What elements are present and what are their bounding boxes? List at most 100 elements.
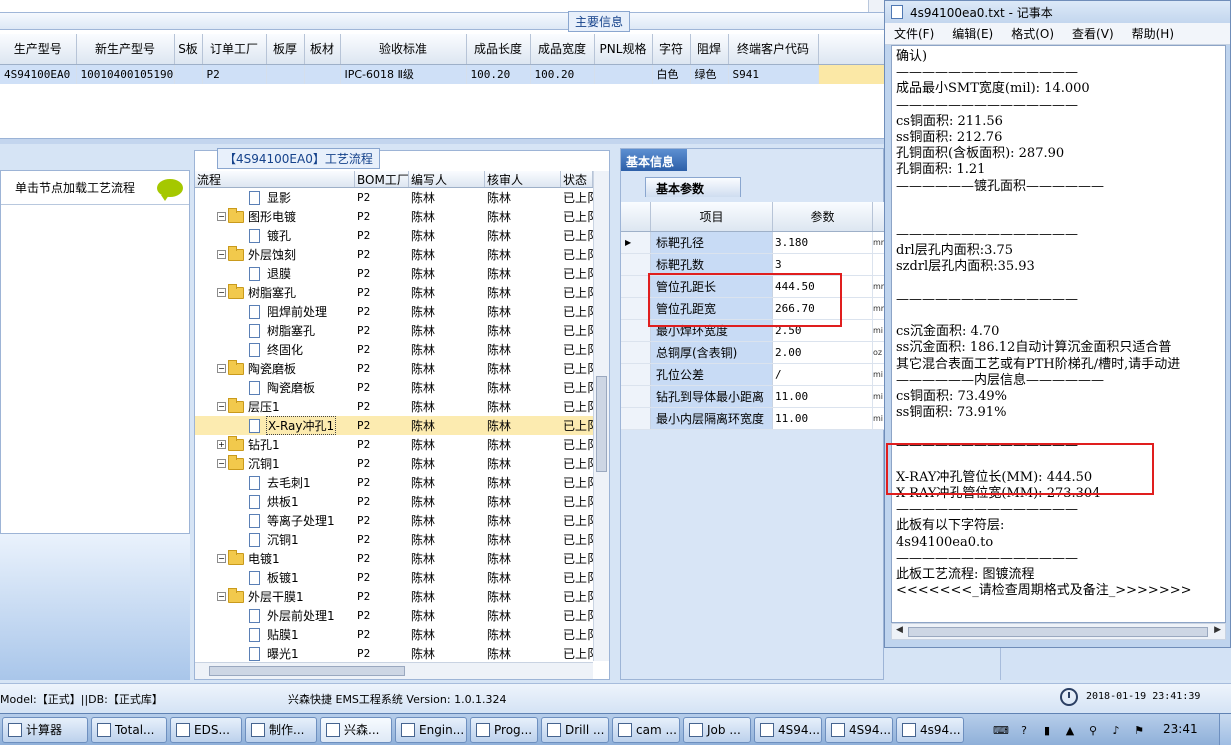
basic-param-value[interactable]: / bbox=[773, 364, 873, 385]
basic-param-row[interactable]: 管位孔距宽 266.70 mm bbox=[621, 298, 885, 320]
basic-param-value[interactable]: 3 bbox=[773, 254, 873, 275]
main-col-header[interactable]: 成品宽度 bbox=[530, 34, 595, 65]
main-cell[interactable]: 绿色 bbox=[690, 64, 729, 84]
main-col-header[interactable]: 订单工厂 bbox=[202, 34, 267, 65]
flow-row[interactable]: 显影 P2 陈林 陈林 已上阝 bbox=[195, 188, 593, 207]
collapse-icon[interactable]: − bbox=[217, 554, 226, 563]
network-icon[interactable]: ▮ bbox=[1039, 722, 1055, 738]
collapse-icon[interactable]: − bbox=[217, 402, 226, 411]
main-info-data-row[interactable]: 4S94100EA0 10010400105190 P2 IPC-6018 Ⅱ级 100… bbox=[0, 64, 885, 84]
notepad-menu-item[interactable]: 查看(V) bbox=[1063, 25, 1123, 42]
taskbar-4s94-a-button[interactable]: 4S94... bbox=[754, 716, 822, 743]
flow-row[interactable]: X-Ray冲孔1 P2 陈林 陈林 已上阝 bbox=[195, 416, 593, 435]
main-col-header[interactable]: S板 bbox=[174, 34, 203, 65]
flag-icon[interactable]: ⚑ bbox=[1131, 722, 1147, 738]
left-pane-header[interactable]: 单击节点加载工艺流程 bbox=[1, 171, 189, 205]
flow-row[interactable]: 板镀1 P2 陈林 陈林 已上阝 bbox=[195, 568, 593, 587]
tab-basic-params[interactable]: 基本参数 bbox=[645, 177, 741, 197]
main-col-header[interactable]: 阻焊 bbox=[690, 34, 729, 65]
main-col-header[interactable]: PNL规格 bbox=[594, 34, 653, 65]
main-cell[interactable]: S941 bbox=[728, 64, 819, 84]
flow-hscroll-thumb[interactable] bbox=[209, 666, 405, 676]
notepad-menu-item[interactable]: 格式(O) bbox=[1002, 25, 1063, 42]
basic-param-value[interactable]: 3.180 bbox=[773, 232, 873, 253]
taskbar-job-button[interactable]: Job ... bbox=[683, 716, 751, 743]
flow-row[interactable]: − 外层蚀刻 P2 陈林 陈林 已上阝 bbox=[195, 245, 593, 264]
main-col-header[interactable]: 生产型号 bbox=[0, 34, 77, 65]
flow-col-header[interactable]: 编写人 bbox=[409, 171, 485, 187]
collapse-icon[interactable]: − bbox=[217, 592, 226, 601]
flow-row[interactable]: 沉铜1 P2 陈林 陈林 已上阝 bbox=[195, 530, 593, 549]
main-col-header[interactable]: 验收标准 bbox=[340, 34, 467, 65]
flow-col-header[interactable]: 流程 bbox=[195, 171, 355, 187]
main-cell[interactable]: 100.20 bbox=[466, 64, 531, 84]
taskbar-total-button[interactable]: Total... bbox=[91, 716, 167, 743]
main-info-scroll-up[interactable] bbox=[868, 0, 884, 12]
flow-row[interactable]: − 沉铜1 P2 陈林 陈林 已上阝 bbox=[195, 454, 593, 473]
main-cell[interactable] bbox=[594, 64, 653, 84]
taskbar-4s94-c-button[interactable]: 4s94... bbox=[896, 716, 964, 743]
collapse-icon[interactable]: − bbox=[217, 250, 226, 259]
main-cell[interactable]: 10010400105190 bbox=[76, 64, 175, 84]
notepad-menu-item[interactable]: 编辑(E) bbox=[943, 25, 1002, 42]
main-col-header[interactable]: 板厚 bbox=[266, 34, 305, 65]
collapse-icon[interactable]: − bbox=[217, 212, 226, 221]
main-cell[interactable]: IPC-6018 Ⅱ级 bbox=[340, 64, 467, 84]
main-cell[interactable] bbox=[266, 64, 305, 84]
main-col-header[interactable]: 新生产型号 bbox=[76, 34, 175, 65]
flow-col-header[interactable]: 状态 bbox=[561, 171, 593, 187]
flow-row[interactable]: − 层压1 P2 陈林 陈林 已上阝 bbox=[195, 397, 593, 416]
expand-icon[interactable]: + bbox=[217, 440, 226, 449]
notepad-menu-item[interactable]: 文件(F) bbox=[885, 25, 943, 42]
flow-row[interactable]: − 电镀1 P2 陈林 陈林 已上阝 bbox=[195, 549, 593, 568]
flow-row[interactable]: 烘板1 P2 陈林 陈林 已上阝 bbox=[195, 492, 593, 511]
show-desktop-button[interactable] bbox=[1219, 714, 1231, 745]
flow-row[interactable]: 贴膜1 P2 陈林 陈林 已上阝 bbox=[195, 625, 593, 644]
taskbar-drill-button[interactable]: Drill ... bbox=[541, 716, 609, 743]
main-cell[interactable] bbox=[174, 64, 203, 84]
taskbar-cam-button[interactable]: cam ... bbox=[612, 716, 680, 743]
tab-basic-info[interactable]: 基本信息 bbox=[621, 149, 687, 171]
flow-col-header[interactable]: 核审人 bbox=[485, 171, 561, 187]
basic-param-row[interactable]: 标靶孔数 3 bbox=[621, 254, 885, 276]
main-col-header[interactable]: 字符 bbox=[652, 34, 691, 65]
main-col-header[interactable]: 成品长度 bbox=[466, 34, 531, 65]
main-cell[interactable] bbox=[304, 64, 341, 84]
keyboard-icon[interactable]: ⌨ bbox=[993, 722, 1009, 738]
flow-row[interactable]: 陶瓷磨板 P2 陈林 陈林 已上阝 bbox=[195, 378, 593, 397]
basic-param-value[interactable]: 11.00 bbox=[773, 408, 873, 429]
volume-icon[interactable]: ♪ bbox=[1108, 722, 1124, 738]
taskbar-make-button[interactable]: 制作... bbox=[245, 716, 317, 743]
basic-param-row[interactable]: 孔位公差 / mi bbox=[621, 364, 885, 386]
flow-row[interactable]: 阻焊前处理 P2 陈林 陈林 已上阝 bbox=[195, 302, 593, 321]
notepad-horizontal-scrollbar[interactable]: ◀ ▶ bbox=[891, 623, 1226, 640]
flow-row[interactable]: 终固化 P2 陈林 陈林 已上阝 bbox=[195, 340, 593, 359]
main-cell[interactable]: P2 bbox=[202, 64, 267, 84]
basic-param-row[interactable]: 管位孔距长 444.50 mm bbox=[621, 276, 885, 298]
basic-param-row[interactable]: 最小内层隔离环宽度 11.00 mi bbox=[621, 408, 885, 430]
collapse-icon[interactable]: − bbox=[217, 288, 226, 297]
help-icon[interactable]: ? bbox=[1016, 722, 1032, 738]
flow-col-header[interactable]: BOM工厂 bbox=[355, 171, 409, 187]
main-col-header[interactable]: 终端客户代码 bbox=[728, 34, 819, 65]
taskbar-xingsen-button[interactable]: 兴森... bbox=[320, 716, 392, 743]
main-cell[interactable]: 白色 bbox=[652, 64, 691, 84]
basic-param-value[interactable]: 2.50 bbox=[773, 320, 873, 341]
usb-icon[interactable]: ⚲ bbox=[1085, 722, 1101, 738]
basic-param-value[interactable]: 266.70 bbox=[773, 298, 873, 319]
main-col-header[interactable]: 板材 bbox=[304, 34, 341, 65]
scroll-left-icon[interactable]: ◀ bbox=[896, 625, 903, 635]
flow-vscroll-thumb[interactable] bbox=[596, 376, 607, 472]
taskbar-eds-button[interactable]: EDS... bbox=[170, 716, 242, 743]
notepad-menu-item[interactable]: 帮助(H) bbox=[1123, 25, 1183, 42]
basic-param-value[interactable]: 11.00 bbox=[773, 386, 873, 407]
basic-param-row[interactable]: 总铜厚(含表铜) 2.00 oz bbox=[621, 342, 885, 364]
flow-horizontal-scrollbar[interactable] bbox=[195, 662, 593, 679]
flow-row[interactable]: 退膜 P2 陈林 陈林 已上阝 bbox=[195, 264, 593, 283]
flow-row[interactable]: 去毛刺1 P2 陈林 陈林 已上阝 bbox=[195, 473, 593, 492]
flow-row[interactable]: − 树脂塞孔 P2 陈林 陈林 已上阝 bbox=[195, 283, 593, 302]
flow-vertical-scrollbar[interactable] bbox=[593, 171, 609, 661]
notepad-title-bar[interactable]: 4s94100ea0.txt - 记事本 bbox=[885, 1, 1230, 23]
basic-param-row[interactable]: 钻孔到导体最小距离 11.00 mi bbox=[621, 386, 885, 408]
up-arrow-icon[interactable]: ▲ bbox=[1062, 722, 1078, 738]
